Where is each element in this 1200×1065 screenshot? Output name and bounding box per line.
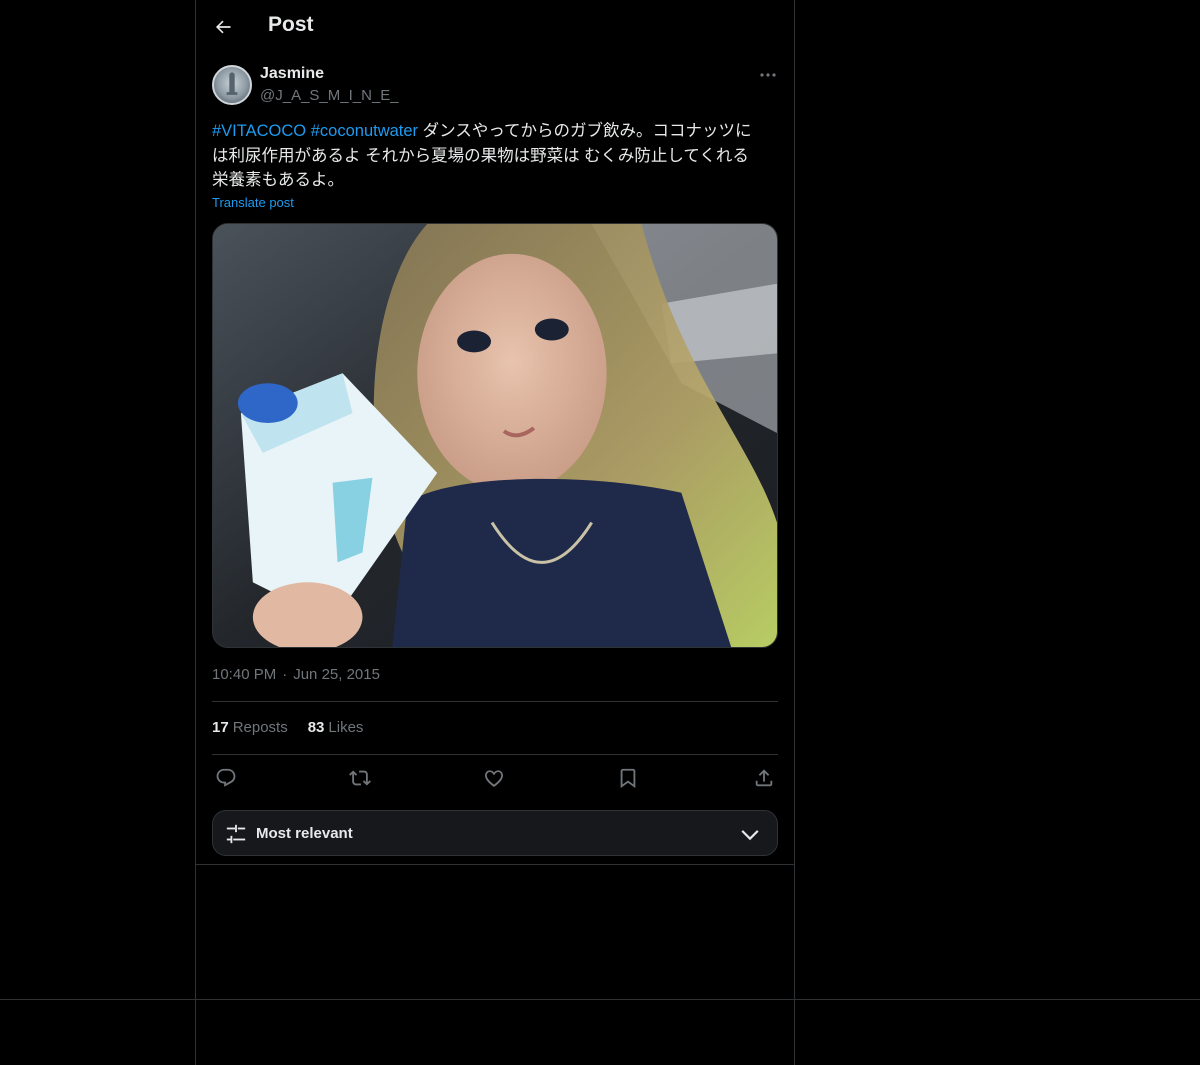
reply-button[interactable] bbox=[212, 764, 240, 792]
reposts-label: Reposts bbox=[232, 719, 288, 736]
translate-post-link[interactable]: Translate post bbox=[212, 195, 294, 210]
likes-stat[interactable]: 83 Likes bbox=[308, 719, 364, 736]
avatar[interactable] bbox=[212, 65, 252, 105]
likes-label: Likes bbox=[328, 719, 364, 736]
author-handle[interactable]: @J_A_S_M_I_N_E_ bbox=[260, 87, 399, 104]
share-button[interactable] bbox=[750, 764, 778, 792]
post-text-line: 栄養素もあるよ。 bbox=[212, 171, 344, 189]
like-icon bbox=[484, 770, 504, 787]
repost-button[interactable] bbox=[346, 764, 374, 792]
action-bar bbox=[212, 764, 778, 792]
reposts-count: 17 bbox=[212, 719, 229, 736]
column-end-divider bbox=[196, 864, 794, 865]
bookmark-icon bbox=[620, 768, 636, 789]
repost-icon bbox=[349, 770, 371, 786]
divider bbox=[212, 701, 778, 702]
sliders-icon bbox=[226, 824, 246, 844]
hashtag-link[interactable]: #coconutwater bbox=[311, 122, 418, 140]
more-dots-icon bbox=[760, 73, 776, 77]
sort-label: Most relevant bbox=[256, 825, 353, 842]
author-name[interactable]: Jasmine bbox=[260, 65, 324, 83]
chevron-down-icon bbox=[741, 830, 759, 841]
post-date: Jun 25, 2015 bbox=[293, 666, 380, 683]
column-border-right bbox=[794, 0, 795, 1065]
divider bbox=[212, 754, 778, 755]
post-timestamp[interactable]: 10:40 PM · Jun 25, 2015 bbox=[212, 666, 380, 683]
share-icon bbox=[755, 769, 773, 787]
post-photo[interactable] bbox=[212, 223, 778, 648]
reply-icon bbox=[216, 768, 236, 787]
post-text: #VITACOCO #coconutwater ダンスやってからのガブ飲み。ココ… bbox=[212, 119, 778, 193]
timestamp-separator: · bbox=[282, 666, 288, 683]
page: Post Jasmine @J_A_S_M_I_N_E_ #VITACOCO #… bbox=[0, 0, 1200, 1065]
engagement-stats: 17 Reposts 83 Likes bbox=[212, 719, 363, 736]
like-button[interactable] bbox=[480, 764, 508, 792]
avatar-image bbox=[226, 72, 238, 95]
bookmark-button[interactable] bbox=[614, 764, 642, 792]
bottom-divider bbox=[0, 999, 1200, 1000]
post-time: 10:40 PM bbox=[212, 666, 277, 683]
photo-illustration bbox=[213, 224, 777, 647]
page-title: Post bbox=[268, 13, 314, 36]
more-options-button[interactable] bbox=[756, 66, 780, 84]
reposts-stat[interactable]: 17 Reposts bbox=[212, 719, 288, 736]
header: Post bbox=[196, 0, 794, 53]
back-button[interactable] bbox=[210, 14, 236, 40]
back-arrow-icon bbox=[215, 20, 231, 34]
hashtag-link[interactable]: #VITACOCO bbox=[212, 122, 306, 140]
post-text-line: は利尿作用があるよ それから夏場の果物は野菜は むくみ防止してくれる bbox=[212, 146, 749, 165]
column-border-left bbox=[195, 0, 196, 1065]
likes-count: 83 bbox=[307, 719, 325, 736]
sort-replies-dropdown[interactable]: Most relevant bbox=[212, 810, 778, 856]
post-text-line: ダンスやってからのガブ飲み。ココナッツに bbox=[422, 122, 752, 140]
